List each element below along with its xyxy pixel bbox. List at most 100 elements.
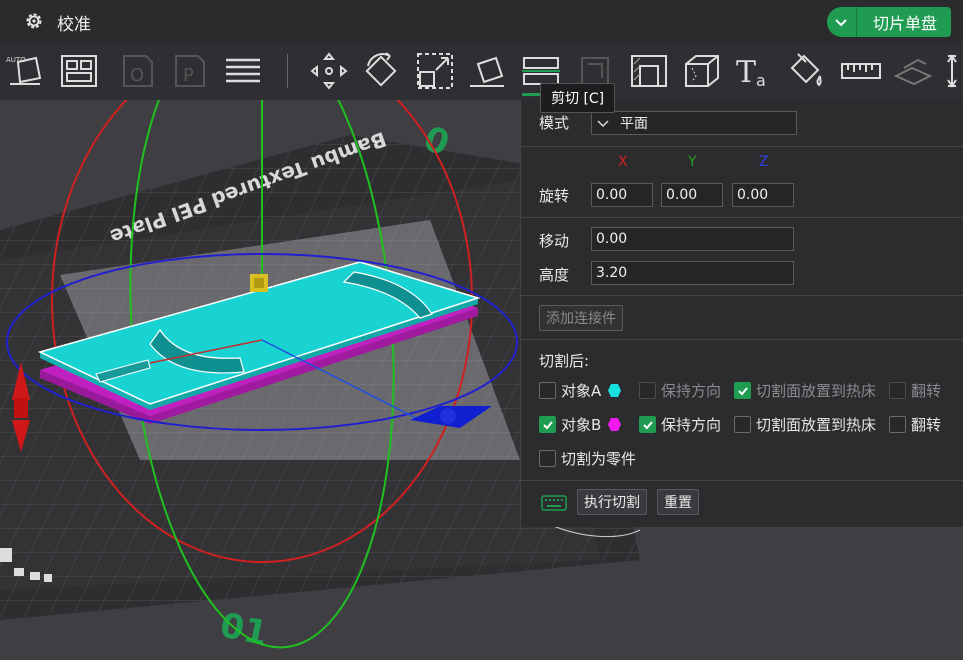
object-a-flip-label: 翻转 [911, 382, 942, 400]
checkbox-checked[interactable] [639, 416, 656, 433]
lay-on-face-button[interactable] [466, 50, 508, 92]
divider [521, 339, 963, 340]
main-toolbar: AUTO O P Ta [0, 42, 963, 100]
move-icon [310, 52, 348, 90]
divider [521, 480, 963, 481]
measure-button[interactable] [840, 50, 882, 92]
keyboard-icon[interactable] [541, 495, 567, 511]
height-row: 高度 [539, 264, 569, 285]
object-b-flip[interactable]: 翻转 [889, 414, 941, 435]
color-paint-button[interactable] [786, 50, 828, 92]
assembly-icon [893, 58, 933, 86]
object-a-flip[interactable]: 翻转 [889, 380, 941, 401]
slice-plate-button[interactable]: 切片单盘 [856, 7, 951, 37]
rotation-row: 旋转 [539, 185, 569, 206]
axis-y-label: Y [688, 154, 697, 170]
object-a-place-on-bed[interactable]: 切割面放置到热床 [734, 380, 876, 401]
assembly-button[interactable] [892, 50, 934, 92]
move-tool-button[interactable] [308, 50, 350, 92]
move-input[interactable]: 0.00 [591, 227, 794, 251]
support-paint-icon [631, 55, 667, 87]
reset-button[interactable]: 重置 [657, 489, 699, 515]
auto-orient-button[interactable]: AUTO [4, 50, 46, 92]
arrange-button[interactable] [58, 50, 100, 92]
object-b-checkbox[interactable]: 对象B [539, 414, 622, 435]
object-a-keep-orientation[interactable]: 保持方向 [639, 380, 721, 401]
checkbox-checked[interactable] [539, 416, 556, 433]
cut-tooltip: 剪切 [C] [540, 83, 616, 113]
seam-paint-button[interactable] [680, 50, 722, 92]
support-paint-button[interactable] [628, 50, 670, 92]
rotate-tool-button[interactable] [360, 50, 402, 92]
checkbox-checked[interactable] [734, 382, 751, 399]
height-input[interactable]: 3.20 [591, 261, 794, 285]
slice-dropdown-button[interactable] [826, 7, 857, 37]
svg-text:P: P [183, 65, 194, 86]
object-b-flip-label: 翻转 [911, 416, 942, 434]
divider [521, 146, 963, 147]
mode-label: 模式 [539, 114, 570, 132]
more-tools-button[interactable] [940, 50, 963, 92]
object-p-icon: P [175, 55, 205, 87]
more-tools-icon [947, 54, 957, 88]
cut-panel: 模式 平面 X Y Z 旋转 0.00 0.00 0.00 移动 0.00 高度… [520, 100, 963, 527]
plate-p-button[interactable]: P [168, 50, 210, 92]
rotation-x-input[interactable]: 0.00 [591, 183, 653, 207]
divider [521, 295, 963, 296]
text-icon: Ta [736, 55, 766, 90]
cut-to-parts-label: 切割为零件 [561, 450, 637, 468]
mode-row: 模式 平面 [539, 111, 797, 135]
mode-value: 平面 [620, 116, 648, 132]
text-tool-button[interactable]: Ta [734, 50, 776, 92]
chevron-down-icon [835, 19, 848, 27]
checkbox[interactable] [889, 416, 906, 433]
window-title: 校准 [57, 15, 91, 35]
auto-orient-icon: AUTO [6, 56, 42, 85]
svg-text:a: a [756, 71, 766, 90]
checkbox[interactable] [734, 416, 751, 433]
height-label: 高度 [539, 266, 570, 284]
rotation-y-input[interactable]: 0.00 [661, 183, 723, 207]
ruler-icon [841, 63, 881, 79]
checkbox[interactable] [539, 382, 556, 399]
paint-bucket-icon [790, 53, 822, 87]
object-b-place-on-bed[interactable]: 切割面放置到热床 [734, 414, 876, 435]
object-a-keep-orientation-label: 保持方向 [661, 382, 722, 400]
title-bar: 校准 切片单盘 [0, 0, 963, 42]
cut-to-parts-checkbox[interactable]: 切割为零件 [539, 448, 636, 469]
object-b-place-on-bed-label: 切割面放置到热床 [756, 416, 877, 434]
slice-button-group: 切片单盘 [826, 7, 951, 37]
toolbar-separator [287, 54, 288, 88]
check-icon [737, 386, 748, 395]
checkbox[interactable] [639, 382, 656, 399]
rotate-icon [365, 52, 397, 87]
arrange-icon [61, 55, 97, 87]
object-b-keep-orientation[interactable]: 保持方向 [639, 414, 721, 435]
layers-icon [226, 58, 260, 83]
execute-cut-button[interactable]: 执行切割 [577, 489, 647, 515]
scale-tool-button[interactable] [414, 50, 456, 92]
gear-icon[interactable] [24, 11, 44, 31]
check-icon [542, 420, 553, 429]
svg-text:O: O [130, 65, 144, 86]
axis-z-label: Z [759, 154, 769, 170]
rotation-label: 旋转 [539, 187, 570, 205]
layers-button[interactable] [222, 50, 264, 92]
after-cut-label: 切割后: [539, 352, 590, 370]
axis-x-label: X [618, 154, 628, 170]
object-a-color-icon [608, 384, 622, 397]
check-icon [642, 420, 653, 429]
checkbox[interactable] [539, 450, 556, 467]
object-a-checkbox[interactable]: 对象A [539, 380, 622, 401]
object-b-color-icon [608, 418, 622, 431]
rotation-z-input[interactable]: 0.00 [732, 183, 794, 207]
svg-text:T: T [736, 55, 756, 90]
mode-select[interactable]: 平面 [591, 111, 797, 135]
object-b-keep-orientation-label: 保持方向 [661, 416, 722, 434]
object-a-place-on-bed-label: 切割面放置到热床 [756, 382, 877, 400]
checkbox[interactable] [889, 382, 906, 399]
divider [521, 217, 963, 218]
orient-o-button[interactable]: O [116, 50, 158, 92]
add-connector-button[interactable]: 添加连接件 [539, 305, 623, 331]
object-o-icon: O [123, 55, 153, 87]
